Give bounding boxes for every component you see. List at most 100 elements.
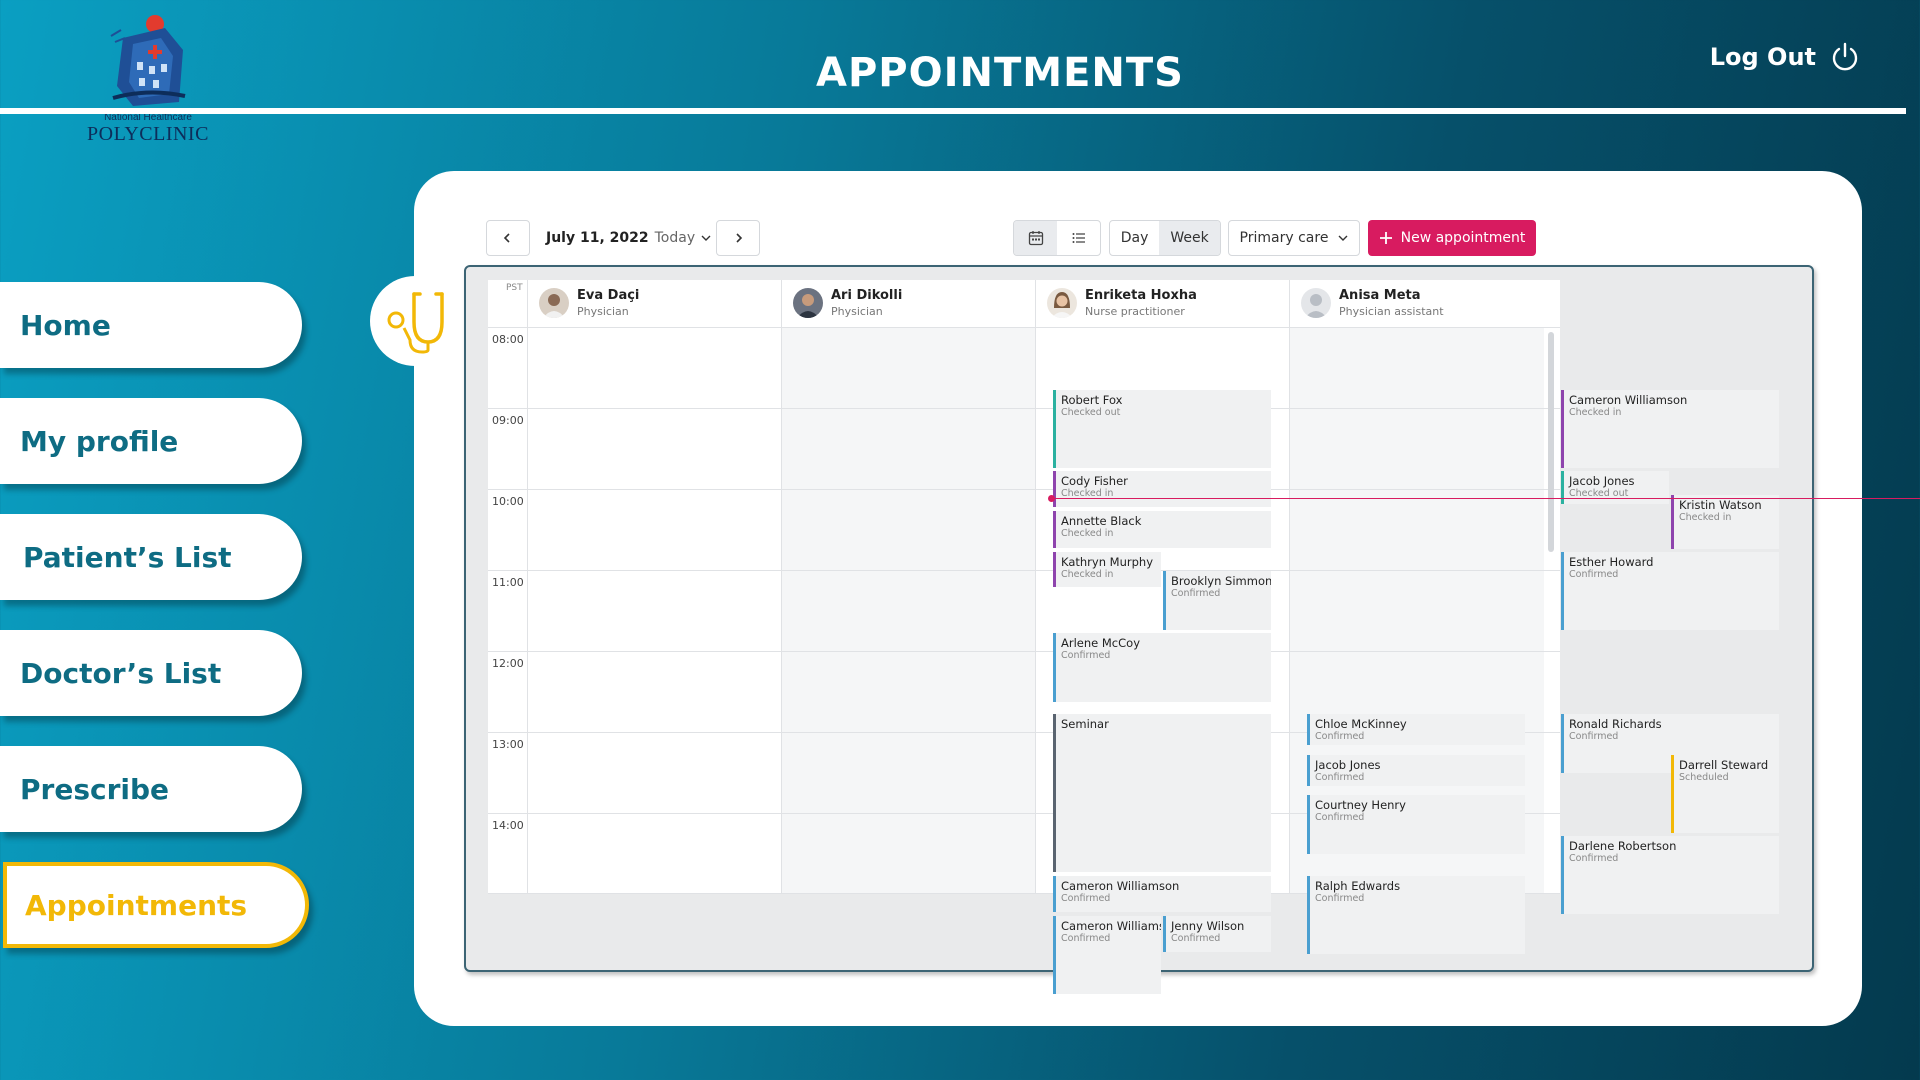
appointment-status: Confirmed bbox=[1569, 569, 1619, 580]
column-unavailable bbox=[781, 327, 1035, 894]
hour-label: 09:00 bbox=[492, 414, 524, 427]
appointment-card[interactable]: Cameron Williamson Confirmed bbox=[1053, 916, 1161, 994]
grid-line bbox=[488, 570, 1560, 571]
chevron-left-icon bbox=[503, 233, 510, 243]
patient-name: Courtney Henry bbox=[1315, 798, 1406, 812]
department-filter-dropdown[interactable]: Primary care bbox=[1228, 220, 1360, 256]
power-icon bbox=[1832, 42, 1858, 71]
day-view-button[interactable]: Day bbox=[1110, 221, 1159, 255]
nav-item-appointments[interactable]: Appointments bbox=[3, 862, 309, 948]
grid-line bbox=[527, 280, 528, 894]
appointment-status: Checked out bbox=[1061, 407, 1121, 418]
resource-header-ari-dikolli[interactable]: Ari Dikolli Physician bbox=[781, 280, 902, 326]
appointment-status: Confirmed bbox=[1171, 588, 1221, 599]
resource-name: Anisa Meta bbox=[1339, 288, 1421, 303]
grid-line bbox=[1289, 280, 1290, 894]
resource-role: Physician bbox=[577, 305, 629, 318]
patient-name: Ronald Richards bbox=[1569, 717, 1662, 731]
appointment-status: Confirmed bbox=[1061, 650, 1111, 661]
appointment-card[interactable]: Cameron Williamson Confirmed bbox=[1053, 876, 1271, 912]
hour-label: 10:00 bbox=[492, 495, 524, 508]
view-range-toggle: Day Week bbox=[1109, 220, 1221, 256]
patient-name: Jacob Jones bbox=[1569, 474, 1635, 488]
appointment-status: Confirmed bbox=[1171, 933, 1221, 944]
appointment-status: Confirmed bbox=[1061, 893, 1111, 904]
calendar-scrollbar[interactable] bbox=[1548, 332, 1554, 552]
resource-header-eva-daci[interactable]: Eva Daçi Physician bbox=[527, 280, 639, 326]
appointment-card[interactable]: Ralph Edwards Confirmed bbox=[1307, 876, 1525, 954]
patient-name: Cameron Williamson bbox=[1569, 393, 1688, 407]
patient-name: Brooklyn Simmons bbox=[1171, 574, 1271, 588]
chevron-down-icon bbox=[701, 235, 711, 241]
appointment-status: Checked in bbox=[1569, 407, 1622, 418]
user-placeholder-icon bbox=[1305, 294, 1327, 318]
appointment-card[interactable]: Annette Black Checked in bbox=[1053, 511, 1271, 548]
grid-line bbox=[1035, 280, 1036, 894]
event-title: Seminar bbox=[1061, 717, 1109, 731]
stethoscope-badge bbox=[370, 276, 460, 366]
patient-name: Kathryn Murphy bbox=[1061, 555, 1153, 569]
appointment-card[interactable]: Arlene McCoy Confirmed bbox=[1053, 633, 1271, 702]
resource-role: Physician bbox=[831, 305, 883, 318]
patient-name: Cameron Williamson bbox=[1061, 919, 1161, 933]
patient-name: Darlene Robertson bbox=[1569, 839, 1677, 853]
appointment-card[interactable]: Jacob Jones Confirmed bbox=[1307, 755, 1525, 786]
avatar bbox=[793, 288, 823, 318]
appointment-card[interactable]: Darlene Robertson Confirmed bbox=[1561, 836, 1779, 914]
current-time-marker bbox=[1048, 495, 1055, 502]
week-view-button[interactable]: Week bbox=[1159, 221, 1220, 255]
appointment-card[interactable]: Chloe McKinney Confirmed bbox=[1307, 714, 1525, 745]
seminar-block[interactable]: Seminar bbox=[1053, 714, 1271, 872]
appointment-status: Confirmed bbox=[1061, 933, 1111, 944]
appointment-status: Confirmed bbox=[1315, 772, 1365, 783]
logo-title: POLYCLINIC bbox=[87, 123, 209, 145]
calendar-view-button[interactable] bbox=[1014, 221, 1057, 255]
appointment-card[interactable]: Darrell Steward Scheduled bbox=[1671, 755, 1779, 833]
appointment-card[interactable]: Robert Fox Checked out bbox=[1053, 390, 1271, 468]
appointment-status: Checked in bbox=[1679, 512, 1732, 523]
patient-name: Jenny Wilson bbox=[1171, 919, 1245, 933]
plus-icon bbox=[1379, 232, 1392, 244]
nav-item-patients-list[interactable]: Patient’s List bbox=[0, 514, 302, 600]
appointment-card[interactable]: Jacob Jones Checked out bbox=[1561, 471, 1669, 504]
prev-day-button[interactable] bbox=[486, 220, 530, 256]
grid-line bbox=[488, 489, 1560, 490]
calendar-toolbar: July 11, 2022 Today Day Week Primary car… bbox=[486, 220, 1536, 256]
nav-item-home[interactable]: Home bbox=[0, 282, 302, 368]
appointment-card[interactable]: Esther Howard Confirmed bbox=[1561, 552, 1779, 630]
list-view-button[interactable] bbox=[1057, 221, 1100, 255]
appointment-status: Scheduled bbox=[1679, 772, 1729, 783]
resource-header-anisa-meta[interactable]: Anisa Meta Physician assistant bbox=[1289, 280, 1444, 326]
grid-line bbox=[781, 280, 782, 894]
hour-label: 13:00 bbox=[492, 738, 524, 751]
appointment-card[interactable]: Kathryn Murphy Checked in bbox=[1053, 552, 1161, 587]
nav-item-prescribe[interactable]: Prescribe bbox=[0, 746, 302, 832]
resource-name: Ari Dikolli bbox=[831, 288, 903, 303]
logout-button[interactable]: Log Out bbox=[1710, 42, 1860, 72]
department-filter-value: Primary care bbox=[1239, 230, 1329, 246]
appointment-card[interactable]: Cameron Williamson Checked in bbox=[1561, 390, 1779, 468]
hour-label: 14:00 bbox=[492, 819, 524, 832]
appointment-card[interactable]: Brooklyn Simmons Confirmed bbox=[1163, 571, 1271, 630]
resource-name: Eva Daçi bbox=[577, 288, 640, 303]
avatar bbox=[1047, 288, 1077, 318]
header-divider bbox=[0, 108, 1906, 114]
nav-item-doctors-list[interactable]: Doctor’s List bbox=[0, 630, 302, 716]
grid-line bbox=[488, 651, 1560, 652]
patient-name: Annette Black bbox=[1061, 514, 1142, 528]
appointment-card[interactable]: Jenny Wilson Confirmed bbox=[1163, 916, 1271, 952]
appointment-card[interactable]: Kristin Watson Checked in bbox=[1671, 495, 1779, 549]
appointment-card[interactable]: Courtney Henry Confirmed bbox=[1307, 795, 1525, 854]
resource-header-enriketa-hoxha[interactable]: Enriketa Hoxha Nurse practitioner bbox=[1035, 280, 1197, 326]
new-appointment-button[interactable]: New appointment bbox=[1368, 220, 1536, 256]
nav-item-my-profile[interactable]: My profile bbox=[0, 398, 302, 484]
timezone-label: PST bbox=[506, 283, 523, 293]
appointment-card[interactable]: Cody Fisher Checked in bbox=[1053, 471, 1271, 507]
next-day-button[interactable] bbox=[716, 220, 760, 256]
patient-name: Chloe McKinney bbox=[1315, 717, 1407, 731]
current-date: July 11, 2022 bbox=[546, 230, 649, 246]
person-photo-icon bbox=[543, 294, 565, 318]
patient-name: Cody Fisher bbox=[1061, 474, 1128, 488]
current-time-indicator bbox=[1052, 498, 1920, 499]
date-picker[interactable]: July 11, 2022 Today bbox=[546, 220, 711, 256]
